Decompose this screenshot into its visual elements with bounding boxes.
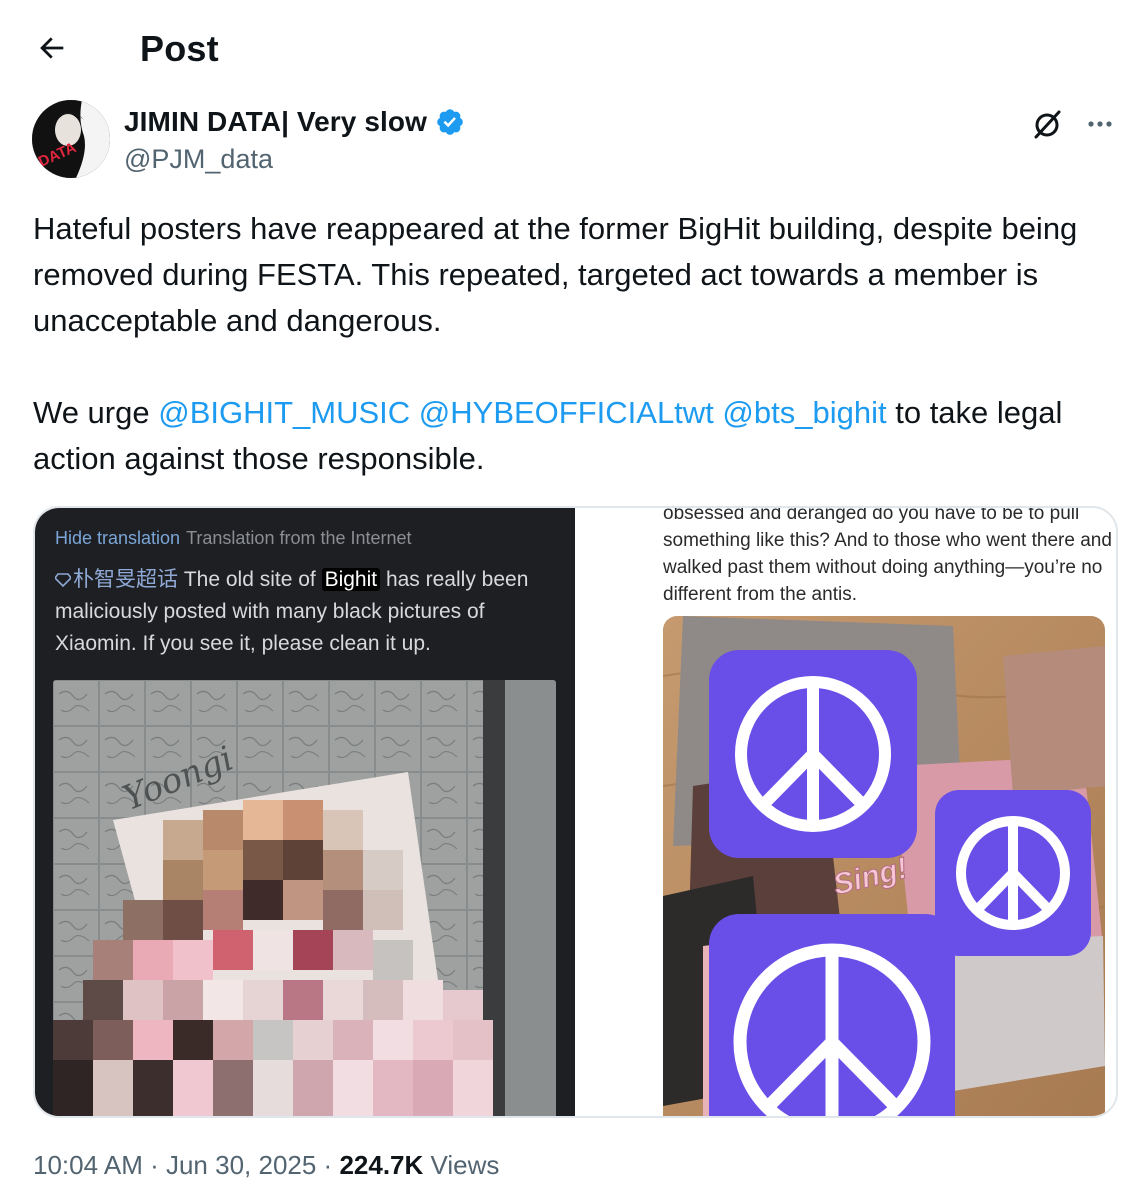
views-count: 224.7K (339, 1150, 424, 1180)
translated-text: 朴智旻超话 The old site of Bighit has really … (53, 564, 565, 660)
tweet-paragraph-1: Hateful posters have reappeared at the f… (33, 211, 1078, 338)
peace-sign-icon (709, 650, 917, 858)
author-handle[interactable]: @PJM_data (124, 144, 465, 175)
diamond-icon (53, 573, 73, 588)
screenshot-text: obsessed and deranged do you have to be … (663, 508, 1112, 605)
media-grid[interactable]: ▔▔▔▔▔▔▔▔▔▔▔▔▔▔▔▔ Hide translation Transla… (33, 506, 1118, 1118)
back-button[interactable] (30, 26, 74, 70)
peace-sign-icon (935, 790, 1091, 956)
tweet-text-prefix: We urge (33, 395, 159, 430)
meta-separator: · (142, 1150, 166, 1180)
mention-link-bighit-music[interactable]: @BIGHIT_MUSIC (158, 395, 410, 430)
translation-row: Hide translation Translation from the Int… (55, 528, 412, 549)
mention-link-hybeofficial[interactable]: @HYBEOFFICIALtwt (419, 395, 714, 430)
peace-sign-icon (709, 914, 955, 1116)
views-label: Views (423, 1150, 500, 1180)
grok-slash-icon[interactable] (1028, 104, 1068, 144)
bighit-highlight: Bighit (321, 568, 381, 591)
translation-source: Translation from the Internet (186, 528, 412, 548)
author-block: JIMIN DATA| Very slow @PJM_data (124, 104, 465, 175)
post-meta: 10:04 AM · Jun 30, 2025 · 224.7K Views (33, 1150, 499, 1181)
post-date[interactable]: Jun 30, 2025 (166, 1150, 316, 1180)
mention-link-bts-bighit[interactable]: @bts_bighit (722, 395, 886, 430)
topic-tag: 朴智旻超话 (53, 568, 178, 591)
media-image-left[interactable]: ▔▔▔▔▔▔▔▔▔▔▔▔▔▔▔▔ Hide translation Transla… (35, 508, 575, 1116)
tweet-text: Hateful posters have reappeared at the f… (33, 206, 1113, 482)
media-image-right[interactable]: obsessed and deranged do you have to be … (575, 508, 1116, 1116)
author-name[interactable]: JIMIN DATA| Very slow (124, 106, 427, 138)
cut-off-text: ▔▔▔▔▔▔▔▔▔▔▔▔▔▔▔▔ (55, 508, 435, 514)
verified-badge-icon (435, 107, 465, 137)
post-time[interactable]: 10:04 AM (33, 1150, 143, 1180)
top-bar: Post (0, 0, 1140, 96)
blurred-poster-photo: Yoongi (53, 680, 556, 1116)
arrow-left-icon (40, 37, 64, 59)
page-title: Post (140, 28, 219, 69)
peace-sticker-photo: Sing! (663, 616, 1105, 1116)
avatar[interactable]: DATA (32, 100, 110, 178)
translated-text-a: The old site of (178, 568, 322, 591)
more-dots-icon[interactable] (1080, 104, 1120, 144)
tweet-paragraph-2: We urge @BIGHIT_MUSIC @HYBEOFFICIALtwt @… (33, 390, 1113, 482)
meta-separator: · (316, 1150, 340, 1180)
hide-translation-link[interactable]: Hide translation (55, 528, 180, 548)
